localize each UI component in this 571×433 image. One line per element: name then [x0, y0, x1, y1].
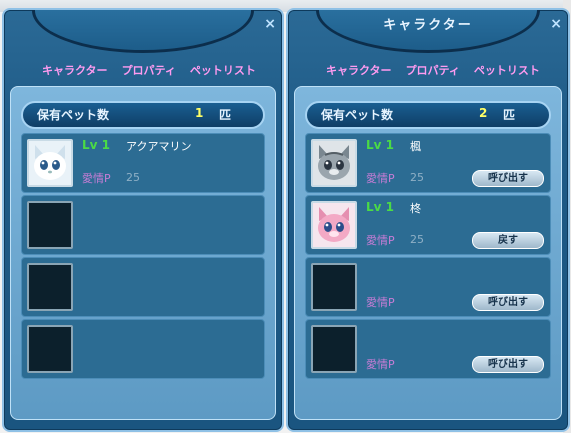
pet-portrait-empty: [27, 201, 73, 249]
close-icon[interactable]: ×: [550, 16, 562, 32]
pet-list-area: 保有ペット数 2 匹 Lv 1 楓 愛情P 25 呼び出す Lv 1 柊 愛情P…: [294, 86, 562, 420]
affection-label: 愛情P: [366, 358, 395, 371]
pet-slot-empty: [21, 195, 265, 255]
pet-name: アクアマリン: [126, 140, 192, 153]
window-header: [32, 10, 254, 53]
tab-property[interactable]: プロパティ: [406, 62, 460, 78]
tab-pet-list[interactable]: ペットリスト: [474, 62, 540, 78]
pet-level: Lv 1: [366, 200, 394, 214]
tab-property[interactable]: プロパティ: [122, 62, 176, 78]
pet-portrait: [311, 201, 357, 249]
pet-list-window-left: × キャラクター プロパティ ペットリスト 保有ペット数 1 匹 Lv 1 アク…: [2, 8, 284, 432]
affection-label: 愛情P: [366, 234, 395, 247]
affection-value: 25: [410, 233, 424, 246]
pet-count-value: 1: [195, 106, 204, 120]
summon-button[interactable]: 呼び出す: [472, 294, 544, 311]
pink-cat-icon: [313, 203, 355, 247]
pet-count-bar: 保有ペット数 2 匹: [305, 101, 551, 129]
summon-button[interactable]: 呼び出す: [472, 170, 544, 187]
white-cat-icon: [29, 141, 71, 185]
summon-button[interactable]: 呼び出す: [472, 356, 544, 373]
affection-label: 愛情P: [82, 172, 111, 185]
affection-value: 25: [410, 171, 424, 184]
pet-level: Lv 1: [82, 138, 110, 152]
pet-level: Lv 1: [366, 138, 394, 152]
gray-cat-icon: [313, 141, 355, 185]
window-title: キャラクター: [383, 18, 473, 33]
pet-list-area: 保有ペット数 1 匹 Lv 1 アクアマリン 愛情P 25: [10, 86, 276, 420]
pet-slot[interactable]: Lv 1 柊 愛情P 25 戻す: [305, 195, 551, 255]
pet-name: 楓: [410, 140, 421, 153]
pet-portrait: [27, 139, 73, 187]
pet-list-window-right: キャラクター × キャラクター プロパティ ペットリスト 保有ペット数 2 匹: [286, 8, 570, 432]
pet-count-unit: 匹: [503, 108, 516, 122]
return-button[interactable]: 戻す: [472, 232, 544, 249]
tab-character[interactable]: キャラクター: [326, 62, 392, 78]
pet-count-value: 2: [479, 106, 488, 120]
close-icon[interactable]: ×: [264, 16, 276, 32]
tab-pet-list[interactable]: ペットリスト: [190, 62, 256, 78]
affection-label: 愛情P: [366, 296, 395, 309]
pet-count-unit: 匹: [219, 108, 232, 122]
pet-slot-empty: 愛情P 呼び出す: [305, 319, 551, 379]
pet-portrait: [311, 139, 357, 187]
pet-count-bar: 保有ペット数 1 匹: [21, 101, 265, 129]
pet-portrait-empty: [27, 325, 73, 373]
tab-bar: キャラクター プロパティ ペットリスト: [42, 62, 256, 78]
pet-slot[interactable]: Lv 1 楓 愛情P 25 呼び出す: [305, 133, 551, 193]
affection-value: 25: [126, 171, 140, 184]
pet-slot-empty: [21, 319, 265, 379]
pet-slot-empty: [21, 257, 265, 317]
pet-slot[interactable]: Lv 1 アクアマリン 愛情P 25: [21, 133, 265, 193]
pet-count-label: 保有ペット数: [37, 108, 110, 122]
pet-count-label: 保有ペット数: [321, 108, 394, 122]
tab-character[interactable]: キャラクター: [42, 62, 108, 78]
affection-label: 愛情P: [366, 172, 395, 185]
pet-name: 柊: [410, 202, 421, 215]
pet-slot-empty: 愛情P 呼び出す: [305, 257, 551, 317]
pet-portrait-empty: [311, 263, 357, 311]
tab-bar: キャラクター プロパティ ペットリスト: [326, 62, 540, 78]
pet-portrait-empty: [311, 325, 357, 373]
pet-portrait-empty: [27, 263, 73, 311]
